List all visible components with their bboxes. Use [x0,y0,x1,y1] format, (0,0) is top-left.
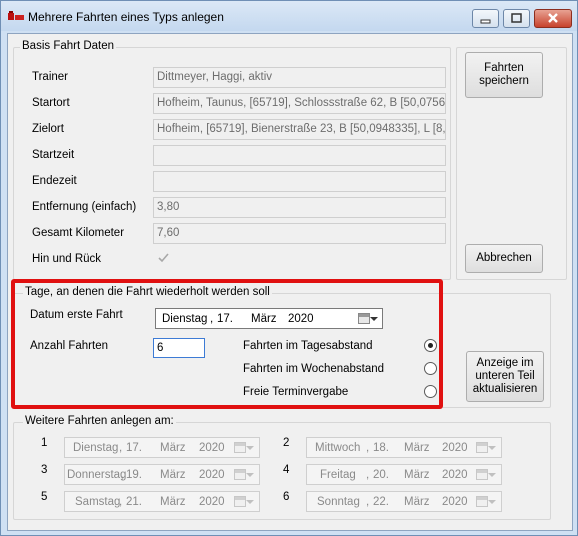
weitere-number-3: 3 [41,464,48,476]
trainer-field[interactable]: Dittmeyer, Haggi, aktiv [153,67,446,88]
weitere-month-1: März [160,442,186,454]
calendar-icon [234,442,246,453]
weitere-number-1: 1 [41,437,48,449]
weitere-month-6: März [404,496,430,508]
dropdown-arrow-icon [488,473,496,477]
weitere-year-5: 2020 [199,496,225,508]
weitere-day-3: Donnerstag [67,469,127,481]
dropdown-arrow-icon [246,473,254,477]
endezeit-field[interactable] [153,171,446,192]
zielort-label: Zielort [32,123,64,135]
window-title: Mehrere Fahrten eines Typs anlegen [28,10,224,24]
button-group: Fahrten speichern Abbrechen [456,47,567,280]
entfernung-label: Entfernung (einfach) [32,201,137,213]
save-button[interactable]: Fahrten speichern [465,52,543,98]
weitere-num-6: 22. [373,496,389,508]
calendar-icon [234,496,246,507]
dropdown-arrow-icon [246,446,254,450]
dialog-window: Mehrere Fahrten eines Typs anlegen Basis… [0,0,578,536]
startzeit-label: Startzeit [32,149,75,161]
calendar-icon [234,469,246,480]
weitere-group-label: Weitere Fahrten anlegen am: [23,415,176,427]
weitere-num-4: 20. [373,469,389,481]
weitere-month-3: März [160,469,186,481]
weitere-sep-3: , [121,469,125,481]
basis-group-label: Basis Fahrt Daten [20,40,117,52]
checkmark-icon [158,253,169,263]
zielort-field[interactable]: Hofheim, [65719], Bienerstraße 23, B [50… [153,119,446,140]
weitere-sep-1: , [119,442,123,454]
endezeit-label: Endezeit [32,175,77,187]
refresh-button[interactable]: Anzeige im unteren Teil aktualisieren [466,351,544,402]
weitere-sep-5: , [119,496,123,508]
weitere-sep-4: , [366,469,370,481]
weitere-year-6: 2020 [442,496,468,508]
weitere-day-5: Samstag [75,496,121,508]
startort-label: Startort [32,97,70,109]
hin-und-rueck-checkbox[interactable] [157,251,170,264]
minimize-icon [480,19,491,24]
weitere-sep-2: , [366,442,370,454]
weitere-number-5: 5 [41,491,48,503]
title-bar[interactable]: Mehrere Fahrten eines Typs anlegen [1,1,577,31]
close-icon [548,13,558,23]
weitere-day-2: Mittwoch [315,442,361,454]
weitere-year-4: 2020 [442,469,468,481]
weitere-month-2: März [404,442,430,454]
cancel-button[interactable]: Abbrechen [465,244,543,273]
weitere-month-4: März [404,469,430,481]
weitere-date-picker-5[interactable]: Samstag , 21. März 2020 [64,491,260,512]
calendar-icon [476,442,488,453]
weitere-day-1: Dienstag [73,442,119,454]
basis-group: Basis Fahrt Daten Trainer Dittmeyer, Hag… [13,40,451,280]
gesamt-km-label: Gesamt Kilometer [32,227,125,239]
weitere-group: Weitere Fahrten anlegen am: 1 Dienstag ,… [13,415,551,520]
weitere-year-1: 2020 [199,442,225,454]
weitere-date-picker-4[interactable]: Freitag , 20. März 2020 [306,464,502,485]
weitere-num-1: 17. [126,442,142,454]
maximize-button[interactable] [503,9,530,28]
hin-und-rueck-label: Hin und Rück [32,253,102,265]
weitere-num-5: 21. [126,496,142,508]
weitere-month-5: März [160,496,186,508]
weitere-number-4: 4 [283,464,290,476]
startort-field[interactable]: Hofheim, Taunus, [65719], Schlossstraße … [153,93,446,114]
dropdown-arrow-icon [488,500,496,504]
entfernung-field[interactable]: 3,80 [153,197,446,218]
weitere-date-picker-2[interactable]: Mittwoch , 18. März 2020 [306,437,502,458]
minimize-button[interactable] [472,9,499,28]
weitere-date-picker-6[interactable]: Sonntag , 22. März 2020 [306,491,502,512]
weitere-num-2: 18. [373,442,389,454]
calendar-icon [476,469,488,480]
weitere-day-4: Freitag [320,469,356,481]
weitere-date-picker-1[interactable]: Dienstag , 17. März 2020 [64,437,260,458]
trainer-label: Trainer [32,71,68,83]
dropdown-arrow-icon [246,500,254,504]
calendar-icon [476,496,488,507]
close-button[interactable] [534,9,572,28]
dropdown-arrow-icon [488,446,496,450]
weitere-year-3: 2020 [199,469,225,481]
weitere-date-picker-3[interactable]: Donnerstag 19. , März 2020 [64,464,260,485]
startzeit-field[interactable] [153,145,446,166]
weitere-sep-6: , [366,496,370,508]
weitere-year-2: 2020 [442,442,468,454]
weitere-number-2: 2 [283,437,290,449]
gesamt-km-field[interactable]: 7,60 [153,223,446,244]
maximize-icon [511,13,522,23]
highlight-frame [11,279,443,409]
weitere-day-6: Sonntag [317,496,360,508]
weitere-num-3: 19. [126,469,142,481]
weitere-number-6: 6 [283,491,290,503]
app-icon [8,11,24,20]
